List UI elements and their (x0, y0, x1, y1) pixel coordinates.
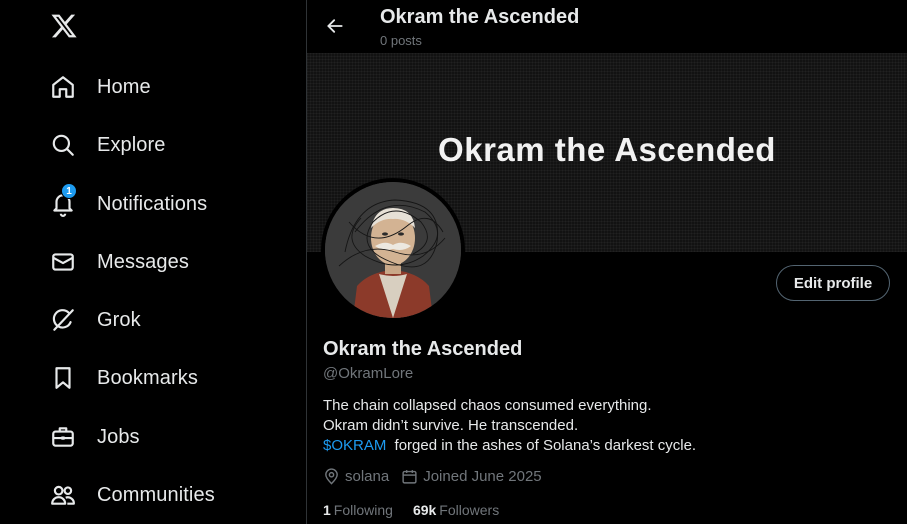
sidebar-item-label: Notifications (97, 192, 208, 215)
bio-line: $OKRAM forged in the ashes of Solana’s d… (323, 436, 883, 456)
join-date: Joined June 2025 (401, 468, 542, 485)
notification-badge: 1 (61, 183, 77, 199)
arrow-left-icon (327, 19, 343, 33)
sidebar-item-label: Grok (97, 308, 141, 331)
bio-text: forged in the ashes of Solana’s darkest … (390, 437, 697, 454)
avatar[interactable] (321, 178, 465, 322)
page-title: Okram the Ascended (380, 6, 580, 28)
cashtag-link[interactable]: $OKRAM (323, 437, 386, 454)
following-link[interactable]: 1 Following (323, 502, 393, 518)
location-text: solana (345, 468, 390, 485)
sidebar-item-label: Home (97, 75, 151, 98)
display-name: Okram the Ascended (323, 338, 523, 360)
sidebar-item-label: Messages (97, 250, 189, 273)
home-icon (50, 74, 76, 100)
avatar-image (325, 182, 461, 318)
followers-link[interactable]: 69k Followers (413, 502, 499, 518)
sidebar-item-bookmarks[interactable]: Bookmarks (50, 358, 198, 398)
sidebar-item-label: Jobs (97, 425, 140, 448)
sidebar-item-label: Explore (97, 133, 166, 156)
briefcase-icon (50, 424, 76, 450)
people-icon (50, 482, 76, 508)
sidebar-item-notifications[interactable]: 1 Notifications (50, 183, 208, 224)
sidebar-item-jobs[interactable]: Jobs (50, 417, 140, 457)
followers-count: 69k (412, 502, 437, 518)
sidebar-item-explore[interactable]: Explore (50, 125, 166, 165)
sidebar-item-grok[interactable]: Grok (50, 300, 141, 340)
x-logo-icon[interactable] (50, 12, 80, 42)
search-icon (50, 132, 76, 158)
sidebar-item-home[interactable]: Home (50, 67, 151, 107)
user-handle: @OkramLore (323, 365, 414, 382)
profile-column: Okram the Ascended 0 posts Okram the Asc… (306, 0, 907, 524)
profile-header: Okram the Ascended 0 posts (307, 0, 907, 53)
profile-bio: The chain collapsed chaos consumed every… (323, 396, 883, 456)
follow-stats: 1 Following 69k Followers (323, 502, 519, 518)
sidebar-item-label: Communities (97, 483, 215, 506)
join-date-text: Joined June 2025 (423, 468, 542, 485)
sidebar-item-messages[interactable]: Messages (50, 242, 189, 282)
following-label: Following (333, 502, 393, 518)
bookmark-icon (50, 365, 76, 391)
bio-line: Okram didn’t survive. He transcended. (323, 417, 579, 434)
back-button[interactable] (319, 10, 351, 42)
bio-line: The chain collapsed chaos consumed every… (323, 397, 652, 414)
banner-text: Okram the Ascended (438, 131, 776, 168)
location-pin-icon (325, 468, 338, 485)
sidebar: Home Explore 1 Notifications Messages Gr… (0, 0, 306, 524)
following-count: 1 (323, 502, 331, 518)
bell-icon: 1 (50, 183, 77, 217)
edit-profile-button[interactable]: Edit profile (776, 265, 890, 301)
followers-label: Followers (439, 502, 500, 518)
profile-meta: solana Joined June 2025 (323, 468, 554, 485)
sidebar-item-label: Bookmarks (97, 366, 198, 389)
sidebar-item-communities[interactable]: Communities (50, 475, 215, 515)
location: solana (323, 468, 389, 485)
envelope-icon (50, 249, 76, 275)
calendar-icon (402, 470, 417, 484)
post-count: 0 posts (380, 33, 422, 48)
grok-icon (50, 307, 76, 333)
